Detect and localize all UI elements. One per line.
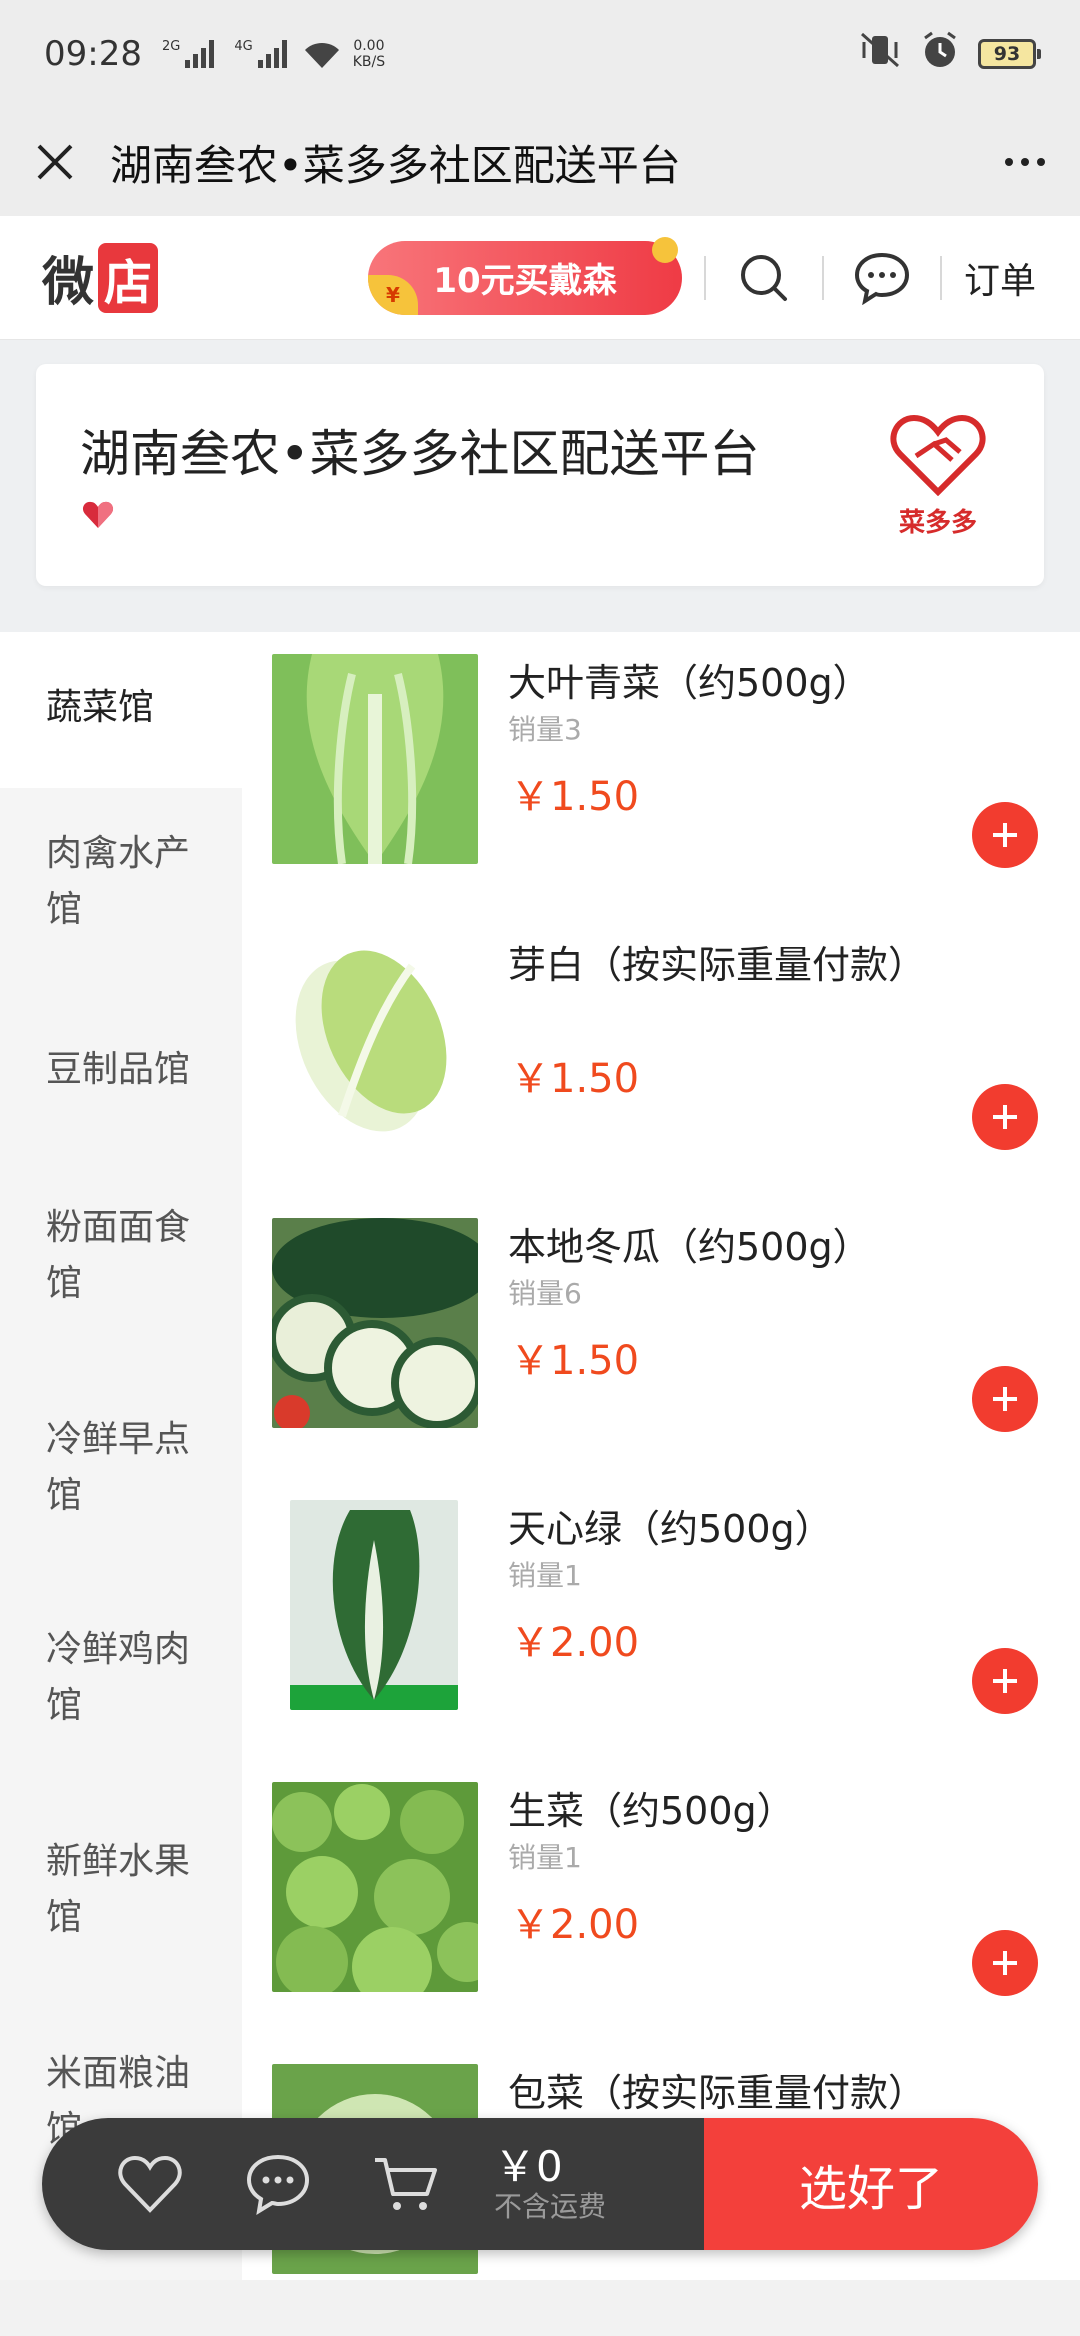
product-item[interactable]: 生菜（约500g） 销量1 ￥2.00 [242, 1772, 1080, 2054]
divider [703, 255, 706, 300]
store-name: 湖南叁农•菜多多社区配送平台 [80, 425, 760, 483]
heart-outline-icon [118, 2155, 182, 2213]
signal-2g-icon: 2G [162, 40, 215, 68]
customer-service-button[interactable] [238, 2144, 318, 2224]
product-list: 大叶青菜（约500g） 销量3 ￥1.50 芽白（按实际重量付款） ￥1.50 … [242, 632, 1080, 2280]
product-price: ￥1.50 [510, 1338, 640, 1384]
product-sales: 销量6 [508, 1277, 582, 1310]
product-name: 天心绿（约500g） [508, 1507, 833, 1551]
page-title: 湖南叁农•菜多多社区配送平台 [110, 140, 681, 190]
store-logo: 菜多多 [878, 414, 998, 540]
wifi-icon [301, 38, 343, 70]
product-sales: 销量1 [508, 1841, 582, 1874]
store-info-card: 湖南叁农•菜多多社区配送平台 菜多多 [36, 364, 1044, 586]
search-button[interactable] [728, 242, 800, 314]
cart-total: ￥0 不含运费 [494, 2144, 606, 2224]
product-item[interactable]: 天心绿（约500g） 销量1 ￥2.00 [242, 1490, 1080, 1772]
cart-button[interactable] [366, 2144, 446, 2224]
category-item-fruit[interactable]: 新鲜水果馆 [0, 1834, 242, 1946]
plus-icon [993, 1951, 1017, 1975]
product-price: ￥1.50 [510, 774, 640, 820]
chat-bubble-icon [246, 2154, 310, 2215]
product-image-napa-cabbage [272, 936, 478, 1146]
more-options-button[interactable] [970, 108, 1080, 216]
clock: 09:28 [44, 34, 142, 74]
shop-header: 微店 ¥ 10元买戴森 订单 [0, 216, 1080, 340]
product-item[interactable]: 本地冬瓜（约500g） 销量6 ￥1.50 [242, 1208, 1080, 1490]
coin-icon: ¥ [367, 274, 418, 315]
product-price: ￥1.50 [510, 1056, 640, 1102]
category-sidebar: 蔬菜馆 肉禽水产馆 豆制品馆 粉面面食馆 冷鲜早点馆 冷鲜鸡肉馆 新鲜水果馆 米… [0, 632, 242, 2280]
product-name: 大叶青菜（约500g） [508, 661, 871, 705]
category-item-vegetables[interactable]: 蔬菜馆 [0, 632, 242, 788]
battery-icon: 93 [978, 39, 1041, 69]
category-item-breakfast[interactable]: 冷鲜早点馆 [0, 1412, 242, 1524]
heart-handshake-icon [890, 414, 986, 497]
network-speed: 0.00 KB/S [352, 38, 386, 70]
title-bar: 湖南叁农•菜多多社区配送平台 [0, 108, 1080, 216]
alarm-icon [920, 30, 960, 79]
product-price: ￥2.00 [510, 1620, 640, 1666]
chat-bubble-icon [854, 252, 909, 305]
divider [939, 255, 942, 300]
close-button[interactable] [0, 108, 110, 216]
cart-icon [375, 2158, 437, 2210]
product-name: 芽白（按实际重量付款） [508, 943, 927, 987]
product-name: 生菜（约500g） [508, 1789, 795, 1833]
product-image-bok-choy [272, 654, 478, 864]
product-item[interactable]: 芽白（按实际重量付款） ￥1.50 [242, 926, 1080, 1208]
orders-link[interactable]: 订单 [964, 252, 1036, 304]
product-price: ￥2.00 [510, 1902, 640, 1948]
product-name: 本地冬瓜（约500g） [508, 1225, 871, 1269]
add-to-cart-button[interactable] [972, 1648, 1038, 1714]
product-image-winter-melon [272, 1218, 478, 1428]
plus-icon [993, 823, 1017, 847]
signal-4g-icon: 4G [234, 40, 287, 68]
product-sales: 销量3 [508, 713, 582, 746]
plus-icon [993, 1105, 1017, 1129]
add-to-cart-button[interactable] [972, 1084, 1038, 1150]
product-item[interactable]: 大叶青菜（约500g） 销量3 ￥1.50 [242, 644, 1080, 926]
product-sales: 销量1 [508, 1559, 582, 1592]
favorite-button[interactable] [110, 2144, 190, 2224]
category-item-meat-seafood[interactable]: 肉禽水产馆 [0, 826, 242, 938]
divider [821, 255, 824, 300]
message-button[interactable] [846, 242, 918, 314]
product-name: 包菜（按实际重量付款） [508, 2071, 927, 2115]
weidian-logo[interactable]: 微店 [42, 240, 159, 315]
status-bar: 09:28 2G 4G 0.00 KB/S 93 [0, 0, 1080, 108]
checkout-button[interactable]: 选好了 [704, 2118, 1038, 2250]
category-item-soy[interactable]: 豆制品馆 [0, 1042, 242, 1098]
category-item-chicken[interactable]: 冷鲜鸡肉馆 [0, 1622, 242, 1734]
close-icon [37, 144, 73, 180]
add-to-cart-button[interactable] [972, 1930, 1038, 1996]
search-icon [740, 254, 787, 301]
category-item-noodles[interactable]: 粉面面食馆 [0, 1200, 242, 1312]
plus-icon [993, 1669, 1017, 1693]
heart-icon [82, 500, 114, 534]
cart-amount: ￥0 [494, 2142, 563, 2191]
cart-bar: ￥0 不含运费 选好了 [42, 2118, 1038, 2250]
more-dot-icon [1005, 158, 1013, 166]
product-image-lettuce [272, 1782, 478, 1992]
product-image-tianxin-green [290, 1500, 458, 1710]
add-to-cart-button[interactable] [972, 802, 1038, 868]
shipping-note: 不含运费 [494, 2190, 607, 2223]
promo-banner-button[interactable]: ¥ 10元买戴森 [367, 236, 682, 315]
mute-vibrate-icon [858, 30, 902, 79]
cart-summary: ￥0 不含运费 [42, 2118, 704, 2250]
add-to-cart-button[interactable] [972, 1366, 1038, 1432]
plus-icon [993, 1387, 1017, 1411]
